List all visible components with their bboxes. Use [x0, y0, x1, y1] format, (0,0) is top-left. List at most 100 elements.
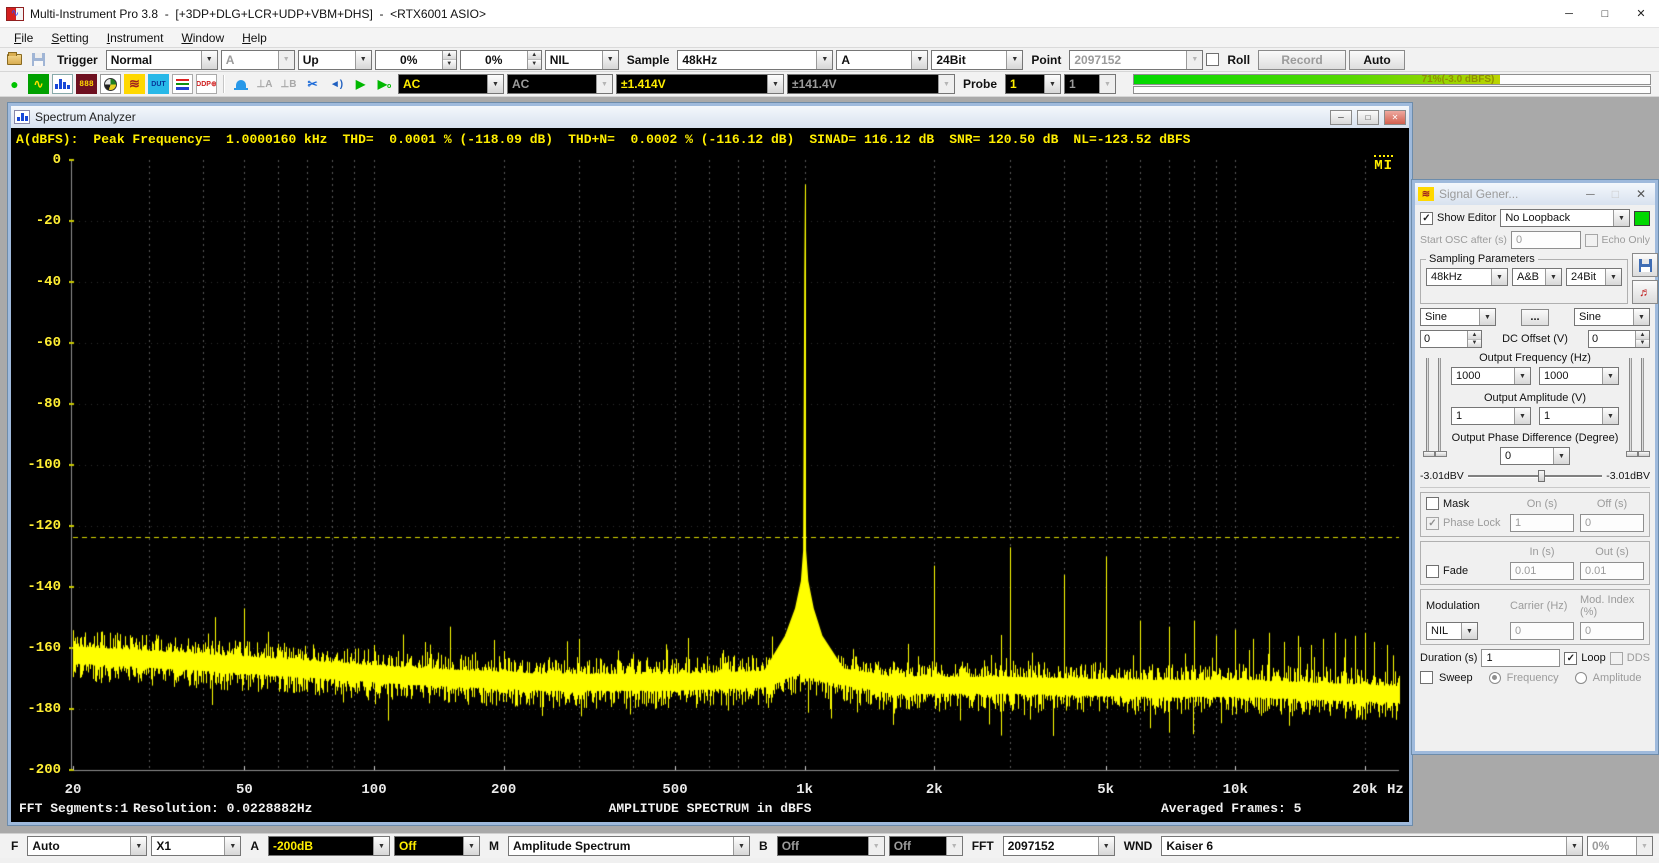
start-osc-field[interactable]: 0: [1511, 231, 1581, 249]
play-icon[interactable]: ▶: [350, 74, 371, 94]
data-logger-icon[interactable]: [172, 74, 193, 94]
trigger-source-select[interactable]: A▼: [221, 50, 295, 70]
amplitude-slider-a-outer[interactable]: [1426, 358, 1429, 457]
trigger-mode-select[interactable]: Normal▼: [106, 50, 218, 70]
save-icon[interactable]: [28, 50, 49, 70]
amplitude-slider-a-inner[interactable]: [1438, 358, 1441, 457]
auto-button[interactable]: Auto: [1349, 50, 1405, 70]
range-a-display-select[interactable]: -200dB▼: [268, 836, 390, 856]
trigger-level-stepper[interactable]: 0% ▲▼: [375, 50, 457, 70]
range-b-select[interactable]: ±141.4V▼: [787, 74, 955, 94]
siggen-maximize-button[interactable]: □: [1606, 187, 1625, 201]
waveform-b-select[interactable]: Sine▼: [1574, 308, 1650, 326]
sampling-channel-select[interactable]: A▼: [836, 50, 928, 70]
phase-difference-select[interactable]: 0▼: [1500, 447, 1570, 465]
range-a-select[interactable]: ±1.414V▼: [616, 74, 784, 94]
siggen-bits-select[interactable]: 24Bit▼: [1566, 268, 1622, 286]
hpf-select[interactable]: NIL▼: [545, 50, 619, 70]
fade-checkbox[interactable]: [1426, 565, 1439, 578]
frequency-a-select[interactable]: 1000▼: [1451, 367, 1531, 385]
run-indicator-button[interactable]: [1634, 211, 1650, 226]
menu-instrument[interactable]: Instrument: [99, 29, 172, 47]
oscilloscope-icon[interactable]: ∿: [28, 74, 49, 94]
menu-setting[interactable]: Setting: [43, 29, 96, 47]
loopback-select[interactable]: No Loopback▼: [1500, 209, 1630, 227]
show-editor-checkbox[interactable]: [1420, 212, 1433, 225]
frequency-b-select[interactable]: 1000▼: [1539, 367, 1619, 385]
open-file-icon[interactable]: [4, 50, 25, 70]
phase-lock-checkbox[interactable]: [1426, 517, 1439, 530]
siggen-rate-select[interactable]: 48kHz▼: [1426, 268, 1508, 286]
roll-checkbox[interactable]: [1206, 53, 1219, 66]
minimize-button[interactable]: ─: [1551, 0, 1587, 27]
probe-calibration-icon[interactable]: ✂: [302, 74, 323, 94]
ref-b-select[interactable]: Off▼: [889, 836, 963, 856]
sampling-rate-select[interactable]: 48kHz▼: [677, 50, 833, 70]
record-points-select[interactable]: 2097152▼: [1069, 50, 1203, 70]
carrier-field[interactable]: 0: [1510, 622, 1574, 640]
coupling-b-select[interactable]: AC▼: [507, 74, 613, 94]
bell-icon[interactable]: [230, 74, 251, 94]
amplitude-b-select[interactable]: 1▼: [1539, 407, 1619, 425]
maximize-button[interactable]: □: [1587, 0, 1623, 27]
record-button[interactable]: Record: [1258, 50, 1346, 70]
range-b-display-select[interactable]: Off▼: [777, 836, 885, 856]
fft-points-select[interactable]: 2097152▼: [1003, 836, 1115, 856]
ref-a-select[interactable]: Off▼: [394, 836, 480, 856]
zoom-select[interactable]: X1▼: [151, 836, 241, 856]
fade-out-field[interactable]: 0.01: [1580, 562, 1644, 580]
echo-only-checkbox[interactable]: [1585, 234, 1598, 247]
trigger-edge-select[interactable]: Up▼: [298, 50, 372, 70]
device-test-plan-icon[interactable]: DUT: [148, 74, 169, 94]
probe-b-select[interactable]: 1▼: [1064, 74, 1116, 94]
input-a-icon[interactable]: ⊥A: [254, 74, 275, 94]
spectrum-close-button[interactable]: ✕: [1384, 110, 1406, 125]
mod-index-field[interactable]: 0: [1580, 622, 1644, 640]
modulation-select[interactable]: NIL▼: [1426, 622, 1478, 640]
spectrum-analyzer-icon[interactable]: [52, 74, 73, 94]
menu-window[interactable]: Window: [173, 29, 232, 47]
sweep-checkbox[interactable]: [1420, 671, 1433, 684]
siggen-titlebar[interactable]: ≋ Signal Gener... ─ □ ✕: [1415, 183, 1655, 205]
waveform-a-select[interactable]: Sine▼: [1420, 308, 1496, 326]
save-signal-button[interactable]: [1632, 253, 1658, 277]
spectrum-maximize-button[interactable]: □: [1357, 110, 1379, 125]
play-loop-icon[interactable]: ▶o: [374, 74, 395, 94]
music-library-button[interactable]: ♬: [1632, 280, 1658, 304]
menu-help[interactable]: Help: [234, 29, 275, 47]
ddp-viewer-icon[interactable]: DDP⊕: [196, 74, 217, 94]
spectrum-canvas[interactable]: [69, 152, 1405, 780]
mask-checkbox[interactable]: [1426, 497, 1439, 510]
waveform-more-button[interactable]: ...: [1521, 309, 1548, 326]
loop-checkbox[interactable]: [1564, 652, 1577, 665]
window-function-select[interactable]: Kaiser 6▼: [1161, 836, 1583, 856]
close-button[interactable]: ✕: [1623, 0, 1659, 27]
dc-offset-a-stepper[interactable]: 0 ▲▼: [1420, 330, 1482, 348]
amplitude-a-select[interactable]: 1▼: [1451, 407, 1531, 425]
mask-on-field[interactable]: 1: [1510, 514, 1574, 532]
siggen-minimize-button[interactable]: ─: [1580, 187, 1601, 201]
menu-file[interactable]: File: [6, 29, 41, 47]
overlap-select[interactable]: 0%▼: [1587, 836, 1653, 856]
mask-off-field[interactable]: 0: [1580, 514, 1644, 532]
amplitude-slider-b-outer[interactable]: [1641, 358, 1644, 457]
amplitude-slider-b-inner[interactable]: [1629, 358, 1632, 457]
dds-checkbox[interactable]: [1610, 652, 1623, 665]
speaker-icon[interactable]: ◄): [326, 74, 347, 94]
trigger-delay-stepper[interactable]: 0% ▲▼: [460, 50, 542, 70]
display-mode-select[interactable]: Amplitude Spectrum▼: [508, 836, 750, 856]
dc-offset-b-stepper[interactable]: 0 ▲▼: [1588, 330, 1650, 348]
spectrum-minimize-button[interactable]: ─: [1330, 110, 1352, 125]
spectrum-window-titlebar[interactable]: Spectrum Analyzer ─ □ ✕: [11, 106, 1409, 128]
sampling-bits-select[interactable]: 24Bit▼: [931, 50, 1023, 70]
multimeter-icon[interactable]: 888: [76, 74, 97, 94]
run-icon[interactable]: ●: [4, 74, 25, 94]
probe-a-select[interactable]: 1▼: [1005, 74, 1061, 94]
coupling-a-select[interactable]: AC▼: [398, 74, 504, 94]
output-balance-slider[interactable]: [1468, 469, 1602, 483]
input-b-icon[interactable]: ⊥B: [278, 74, 299, 94]
duration-field[interactable]: 1: [1481, 649, 1560, 667]
frequency-range-select[interactable]: Auto▼: [27, 836, 147, 856]
siggen-channels-select[interactable]: A&B▼: [1512, 268, 1562, 286]
sweep-amplitude-radio[interactable]: [1575, 672, 1587, 684]
